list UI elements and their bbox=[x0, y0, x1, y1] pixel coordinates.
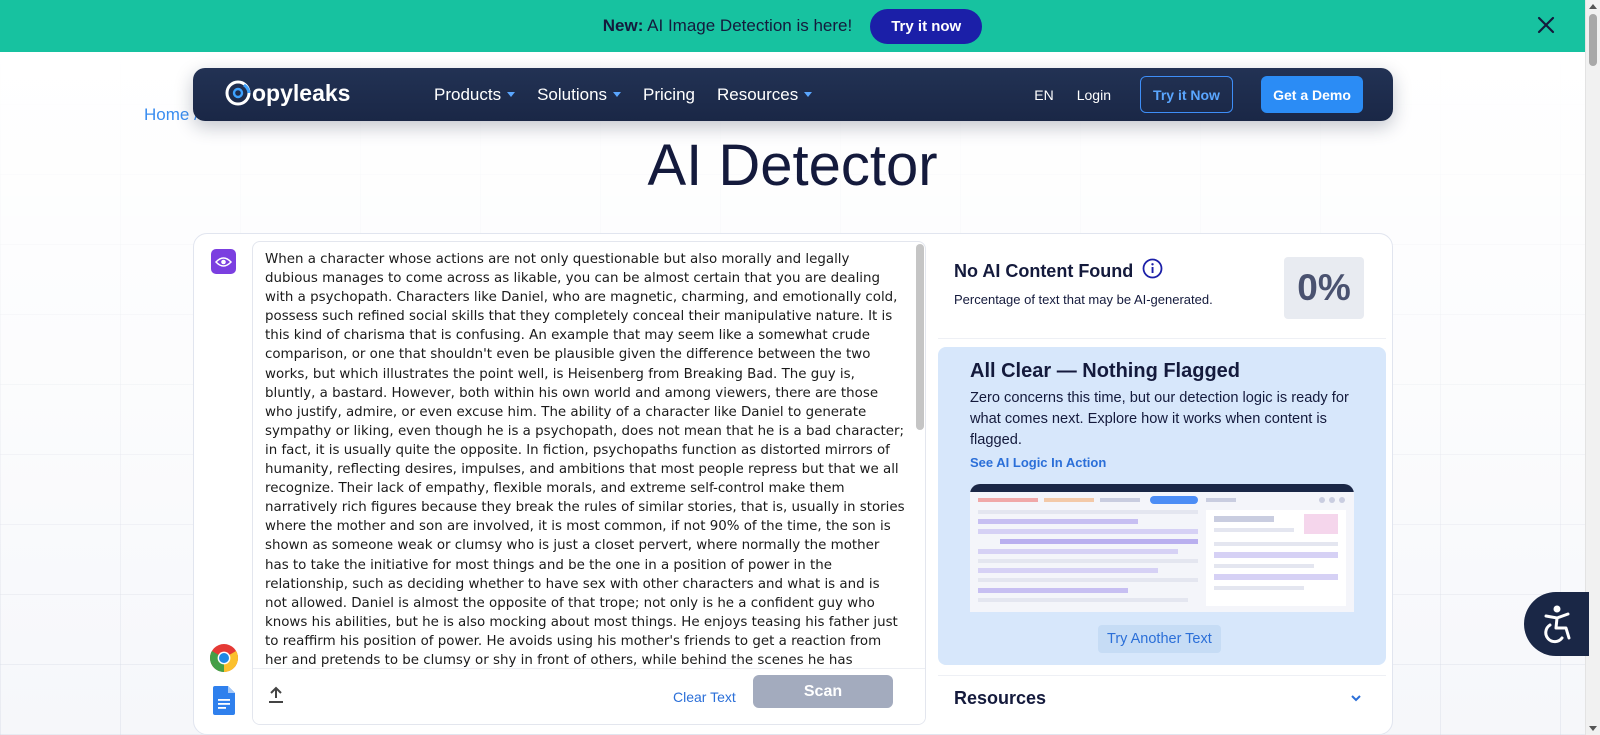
nav-pricing-label: Pricing bbox=[643, 84, 695, 104]
result-title-text: No AI Content Found bbox=[954, 260, 1134, 281]
breadcrumb[interactable]: Home / bbox=[144, 105, 199, 125]
login-link[interactable]: Login bbox=[1077, 87, 1111, 103]
nav-products[interactable]: Products bbox=[434, 84, 516, 105]
try-another-text-button[interactable]: Try Another Text bbox=[1098, 625, 1221, 653]
nav-solutions[interactable]: Solutions bbox=[537, 84, 622, 105]
nav-resources-label: Resources bbox=[717, 84, 799, 104]
accessibility-icon bbox=[1544, 605, 1571, 644]
result-header: No AI Content Found Percentage of text t… bbox=[938, 238, 1386, 339]
nav-links: Products Solutions Pricing Resources bbox=[434, 68, 834, 121]
result-subtitle: Percentage of text that may be AI-genera… bbox=[954, 292, 1213, 307]
announcement-bar: New: AI Image Detection is here! Try it … bbox=[0, 0, 1585, 52]
nav-right: EN Login Try it Now Get a Demo bbox=[1034, 68, 1363, 121]
side-tools bbox=[194, 234, 252, 734]
ai-logic-preview-image bbox=[970, 484, 1354, 612]
ai-percentage: 0% bbox=[1284, 257, 1364, 319]
editor-scrollbar-thumb[interactable] bbox=[916, 244, 924, 430]
get-a-demo-button[interactable]: Get a Demo bbox=[1261, 76, 1363, 113]
chevron-down-icon bbox=[613, 92, 622, 97]
nav-pricing[interactable]: Pricing bbox=[643, 85, 695, 105]
nav-resources[interactable]: Resources bbox=[717, 84, 813, 105]
all-clear-description: Zero concerns this time, but our detecti… bbox=[970, 390, 1349, 448]
result-panel: No AI Content Found Percentage of text t… bbox=[938, 238, 1386, 732]
result-title: No AI Content Found bbox=[954, 258, 1163, 284]
scroll-down-arrow-icon[interactable] bbox=[1589, 726, 1597, 731]
detector-card: When a character whose actions are not o… bbox=[193, 233, 1393, 735]
announcement-text: New: AI Image Detection is here! bbox=[602, 16, 853, 35]
nav-solutions-label: Solutions bbox=[537, 84, 608, 104]
upload-icon[interactable] bbox=[268, 686, 284, 709]
scroll-up-arrow-icon[interactable] bbox=[1589, 4, 1597, 9]
chevron-down-icon bbox=[804, 92, 813, 97]
editor-footer: Clear Text Scan bbox=[253, 668, 925, 724]
google-docs-icon[interactable] bbox=[213, 686, 235, 720]
nav-products-label: Products bbox=[434, 84, 502, 104]
info-icon[interactable] bbox=[1142, 258, 1163, 284]
page-title: AI Detector bbox=[647, 133, 938, 198]
eye-icon[interactable] bbox=[211, 249, 236, 274]
accessibility-button[interactable] bbox=[1524, 592, 1589, 656]
clear-text-button[interactable]: Clear Text bbox=[673, 689, 736, 705]
resources-title: Resources bbox=[954, 688, 1047, 708]
see-ai-logic-link[interactable]: See AI Logic In Action bbox=[970, 455, 1106, 470]
scan-button[interactable]: Scan bbox=[753, 675, 893, 708]
text-input-area[interactable]: When a character whose actions are not o… bbox=[265, 250, 905, 668]
try-it-now-button[interactable]: Try it Now bbox=[1140, 76, 1233, 113]
main-navigation: opyleaks Products Solutions Pricing Reso… bbox=[193, 68, 1393, 121]
copyleaks-logo[interactable]: opyleaks bbox=[224, 78, 350, 108]
chevron-down-icon[interactable] bbox=[1350, 690, 1362, 708]
language-selector[interactable]: EN bbox=[1034, 87, 1053, 103]
chevron-down-icon bbox=[507, 92, 516, 97]
chrome-icon[interactable] bbox=[209, 643, 239, 678]
resources-accordion[interactable]: Resources bbox=[938, 675, 1386, 719]
scrollbar-thumb[interactable] bbox=[1589, 14, 1597, 66]
all-clear-panel: All Clear — Nothing Flagged Zero concern… bbox=[938, 347, 1386, 665]
all-clear-title: All Clear — Nothing Flagged bbox=[970, 360, 1241, 382]
try-it-now-banner-button[interactable]: Try it now bbox=[870, 8, 983, 44]
text-editor[interactable]: When a character whose actions are not o… bbox=[252, 241, 926, 725]
close-icon[interactable] bbox=[1535, 14, 1557, 36]
copyleaks-logo-icon bbox=[225, 80, 251, 106]
logo-text: opyleaks bbox=[252, 79, 351, 106]
